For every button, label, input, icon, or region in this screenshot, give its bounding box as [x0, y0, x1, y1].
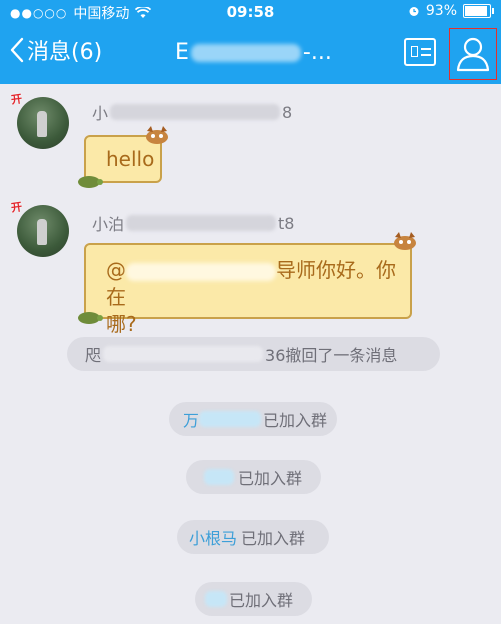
- join-text: 已加入群: [241, 529, 306, 548]
- sender-name-prefix: 小: [92, 104, 109, 123]
- join-notice: 万 已加入群: [169, 402, 337, 436]
- chat-title-suffix: -...: [302, 40, 332, 65]
- redacted-name: [199, 411, 262, 427]
- redacted-name: [110, 104, 281, 120]
- recall-name-prefix: 咫: [85, 346, 102, 365]
- recall-text: 36撤回了一条消息: [265, 346, 398, 365]
- sender-name: 小 8: [92, 100, 292, 124]
- person-icon: [456, 37, 490, 72]
- join-text: 已加入群: [263, 411, 328, 430]
- redacted-name: [205, 591, 227, 607]
- avatar[interactable]: 开: [10, 92, 69, 149]
- chat-title-prefix: E: [175, 40, 189, 65]
- sender-name: 小泊 t8: [92, 211, 294, 235]
- chat-title: E -...: [175, 40, 332, 65]
- join-name: 小根马: [189, 529, 238, 548]
- back-button[interactable]: 消息(6): [10, 34, 102, 66]
- redacted-name: [103, 346, 264, 362]
- nav-bar: 消息(6) E -...: [0, 24, 501, 84]
- profile-card-icon[interactable]: [404, 38, 436, 66]
- redacted-name: [126, 215, 277, 231]
- join-name: 万: [183, 411, 200, 430]
- redacted-name: [204, 469, 234, 485]
- card-line: [421, 48, 431, 50]
- redacted-mention: [126, 262, 276, 281]
- status-bar: ●●○○○ 中国移动 09:58 93%: [0, 0, 501, 24]
- sender-name-prefix: 小泊: [92, 215, 125, 234]
- join-notice: 已加入群: [186, 460, 321, 494]
- turtle-decoration-icon: [78, 312, 103, 324]
- message-line-1: @ 导师你好。你在: [106, 257, 396, 311]
- alarm-icon: [409, 7, 419, 16]
- battery-percent: 93%: [425, 3, 457, 19]
- avatar-badge: 开: [10, 200, 23, 215]
- mention-at: @: [106, 258, 126, 282]
- sender-name-suffix: t8: [278, 213, 295, 233]
- turtle-decoration-icon: [78, 176, 103, 188]
- avatar-figure: [37, 219, 47, 245]
- recall-notice: 咫 36撤回了一条消息: [67, 337, 440, 371]
- avatar-badge: 开: [10, 92, 23, 107]
- chevron-left-icon: [10, 37, 24, 63]
- group-members-button[interactable]: [449, 28, 497, 80]
- battery-icon: [463, 4, 494, 18]
- message-line-2: 哪?: [106, 312, 137, 336]
- join-notice: 小根马 已加入群: [177, 520, 329, 554]
- status-right: 93%: [408, 3, 494, 19]
- card-line: [421, 54, 431, 56]
- join-notice: 已加入群: [195, 582, 312, 616]
- avatar[interactable]: 开: [10, 200, 69, 257]
- sender-name-suffix: 8: [282, 102, 293, 122]
- redacted-title: [190, 43, 301, 62]
- cat-decoration-icon: [394, 232, 416, 250]
- message-bubble[interactable]: @ 导师你好。你在 哪?: [78, 232, 416, 336]
- message-bubble[interactable]: hello: [78, 126, 168, 188]
- back-label: 消息(6): [27, 40, 103, 65]
- join-text: 已加入群: [238, 469, 303, 488]
- card-portrait: [411, 46, 418, 57]
- battery-fill: [465, 6, 488, 16]
- avatar-figure: [37, 111, 47, 137]
- message-text: hello: [106, 147, 155, 171]
- cat-decoration-icon: [146, 126, 168, 144]
- join-text: 已加入群: [229, 591, 294, 610]
